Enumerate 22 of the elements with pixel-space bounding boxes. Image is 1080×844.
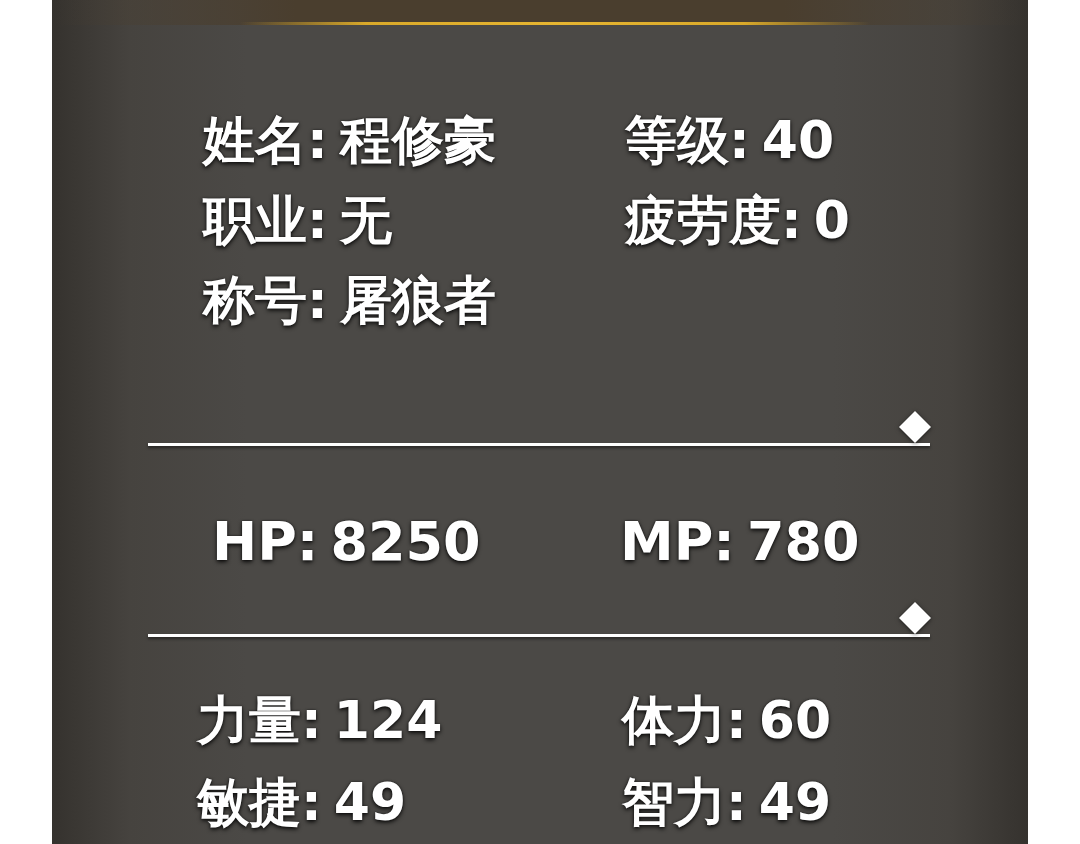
- stat-value: 程修豪: [339, 114, 496, 166]
- stat-value: 124: [333, 694, 443, 746]
- stat-label: 称号:: [203, 274, 328, 326]
- stat-value: 40: [761, 114, 835, 166]
- stat-label: MP:: [620, 515, 735, 569]
- stat-value: 49: [333, 776, 407, 828]
- stat-value: 780: [746, 515, 860, 569]
- stat-label: 等级:: [625, 114, 750, 166]
- stat-label: 敏捷:: [197, 776, 322, 828]
- stat-value: 无: [339, 194, 392, 246]
- stat-value: 8250: [330, 515, 481, 569]
- stat-value: 49: [758, 776, 832, 828]
- stat-label: 疲劳度:: [625, 194, 802, 246]
- stat-label: 职业:: [203, 194, 328, 246]
- stat-label: 智力:: [622, 776, 747, 828]
- stat-label: 力量:: [197, 694, 322, 746]
- stat-label: HP:: [212, 515, 319, 569]
- stat-value: 0: [813, 194, 850, 246]
- stat-value: 60: [758, 694, 832, 746]
- stat-label: 姓名:: [203, 114, 328, 166]
- stat-label: 体力:: [622, 694, 747, 746]
- stat-value: 屠狼者: [339, 274, 496, 326]
